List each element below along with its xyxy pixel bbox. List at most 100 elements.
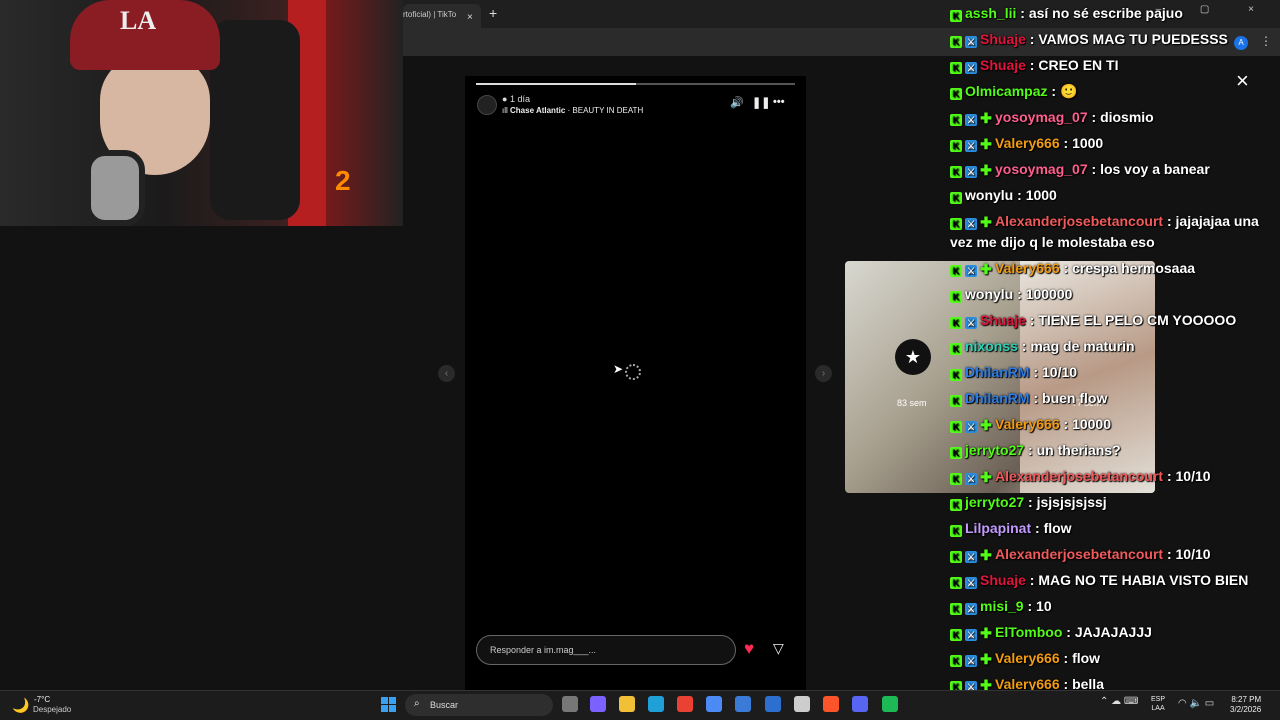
weather-moon-icon[interactable]: 🌙 (12, 697, 29, 714)
music-bars-icon: ıll (502, 106, 510, 115)
chat-message: K ⚔ ✚ Valery666 : flow (950, 645, 1270, 671)
cap-logo: LA (120, 6, 157, 35)
mouse-cursor-icon: ➤ (613, 362, 624, 376)
chat-username[interactable]: Valery666 (995, 260, 1060, 276)
chat-username[interactable]: ElTomboo (995, 624, 1062, 640)
chat-username[interactable]: nixonss (965, 338, 1018, 354)
more-options-icon[interactable]: ••• (773, 96, 785, 108)
story-author-avatar[interactable] (477, 95, 497, 115)
chat-message: K ⚔ misi_9 : 10 (950, 593, 1270, 619)
reply-input[interactable]: Responder a im.mag___... (476, 635, 736, 665)
kick-badge-icon: K (950, 369, 962, 381)
chat-username[interactable]: DhilanRM (965, 390, 1030, 406)
chat-message: K DhilanRM : 10/10 (950, 359, 1270, 385)
send-icon[interactable]: ▽ (773, 640, 784, 657)
kick-badge-icon: K (950, 577, 962, 589)
kick-badge-icon: K (950, 36, 962, 48)
chat-username[interactable]: yosoymag_07 (995, 161, 1088, 177)
chat-username[interactable]: Shuaje (980, 312, 1026, 328)
chrome-icon[interactable] (677, 696, 693, 712)
chat-username[interactable]: assh_lii (965, 5, 1016, 21)
page-background (0, 226, 403, 690)
kick-badge-icon: K (950, 395, 962, 407)
store-icon[interactable] (706, 696, 722, 712)
chat-username[interactable]: jerryto27 (965, 494, 1024, 510)
chat-username[interactable]: jerryto27 (965, 442, 1024, 458)
kick-badge-icon: K (950, 291, 962, 303)
spotify-icon[interactable] (882, 696, 898, 712)
moderator-badge-icon: ⚔ (965, 421, 977, 433)
chat-message: K ⚔ Shuaje : VAMOS MAG TU PUEDESSS (950, 26, 1270, 52)
volume-icon[interactable]: 🔊 (730, 96, 744, 109)
chat-text: 10/10 (1175, 546, 1211, 562)
kick-badge-icon: K (950, 192, 962, 204)
chat-username[interactable]: yosoymag_07 (995, 109, 1088, 125)
next-story-button[interactable]: › (815, 365, 832, 382)
moderator-badge-icon: ⚔ (965, 166, 977, 178)
chat-message: K ⚔ ✚ Alexanderjosebetancourt : jajajajaa u… (950, 208, 1270, 255)
chat-username[interactable]: wonylu (965, 286, 1013, 302)
clock[interactable]: 8:27 PM 3/2/2026 (1230, 695, 1261, 715)
chat-message: K ⚔ ✚ yosoymag_07 : diosmio (950, 104, 1270, 130)
wifi-icon[interactable]: ◠ 🔈 ▭ (1178, 698, 1214, 709)
moderator-badge-icon: ⚔ (965, 655, 977, 667)
moderator-badge-icon: ⚔ (965, 629, 977, 641)
moderator-badge-icon: ⚔ (965, 62, 977, 74)
chat-username[interactable]: Alexanderjosebetancourt (995, 468, 1163, 484)
clock-time: 8:27 PM (1231, 695, 1262, 704)
like-heart-icon[interactable]: ♥ (744, 639, 754, 659)
language-indicator[interactable]: ESP LAA (1151, 695, 1165, 713)
chat-username[interactable]: DhilanRM (965, 364, 1030, 380)
editor-icon[interactable] (735, 696, 751, 712)
moderator-badge-icon: ⚔ (965, 265, 977, 277)
taskbar-search-input[interactable]: ⌕ Buscar (405, 694, 553, 716)
taskbar: 🌙 -7°C Despejado ⌕ Buscar ⌃ ☁ ⌨ ESP LAA … (0, 690, 1280, 720)
tab-close-icon[interactable]: × (467, 12, 473, 23)
chat-username[interactable]: Valery666 (995, 416, 1060, 432)
chat-username[interactable]: Olmicampaz (965, 83, 1047, 99)
chat-username[interactable]: Alexanderjosebetancourt (995, 546, 1163, 562)
file-explorer-icon[interactable] (619, 696, 635, 712)
system-tray-icons[interactable]: ⌃ ☁ ⌨ (1100, 696, 1138, 707)
chat-text: TIENE EL PELO CM YOOOOO (1038, 312, 1237, 328)
chat-username[interactable]: Alexanderjosebetancourt (995, 213, 1163, 229)
windows-start-icon[interactable] (381, 697, 397, 713)
subscriber-badge-icon: ✚ (980, 417, 992, 433)
chat-username[interactable]: Valery666 (995, 650, 1060, 666)
chat-username[interactable]: misi_9 (980, 598, 1024, 614)
task-view-icon[interactable] (562, 696, 578, 712)
story-music[interactable]: ıll Chase Atlantic · BEAUTY IN DEATH (502, 106, 643, 115)
chat-username[interactable]: Valery666 (995, 135, 1060, 151)
kick-badge-icon: K (950, 265, 962, 277)
kick-badge-icon: K (950, 140, 962, 152)
pause-icon[interactable]: ❚❚ (752, 96, 770, 109)
story-viewer[interactable]: ● 1 día ıll Chase Atlantic · BEAUTY IN D… (465, 76, 806, 690)
chat-text: VAMOS MAG TU PUEDESSS (1038, 31, 1228, 47)
chat-separator: : (1025, 572, 1039, 588)
chat-username[interactable]: Shuaje (980, 57, 1026, 73)
chat-separator: : (1013, 187, 1026, 203)
chat-username[interactable]: Shuaje (980, 572, 1026, 588)
moderator-badge-icon: ⚔ (965, 114, 977, 126)
chat-text: así no sé escribe pajuo (1028, 5, 1183, 21)
copilot-icon[interactable] (590, 696, 606, 712)
subscriber-badge-icon: ✚ (980, 214, 992, 230)
chat-text: 10/10 (1175, 468, 1211, 484)
browser-tab[interactable]: rtoficial) | TikTo × (403, 4, 481, 28)
chat-text: CREO EN TI (1038, 57, 1119, 73)
chat-separator: : (1013, 286, 1026, 302)
chat-username[interactable]: Lilpapinat (965, 520, 1031, 536)
chat-separator: : (1059, 416, 1073, 432)
mail-icon[interactable] (765, 696, 781, 712)
subscriber-badge-icon: ✚ (980, 110, 992, 126)
chat-username[interactable]: wonylu (965, 187, 1013, 203)
chat-text: buen flow (1042, 390, 1108, 406)
discord-icon[interactable] (852, 696, 868, 712)
chat-username[interactable]: Shuaje (980, 31, 1026, 47)
weather-temperature: -7°C (34, 695, 51, 704)
previous-story-button[interactable]: ‹ (438, 365, 455, 382)
brave-icon[interactable] (823, 696, 839, 712)
github-icon[interactable] (794, 696, 810, 712)
edge-icon[interactable] (648, 696, 664, 712)
new-tab-icon[interactable]: + (489, 5, 497, 21)
